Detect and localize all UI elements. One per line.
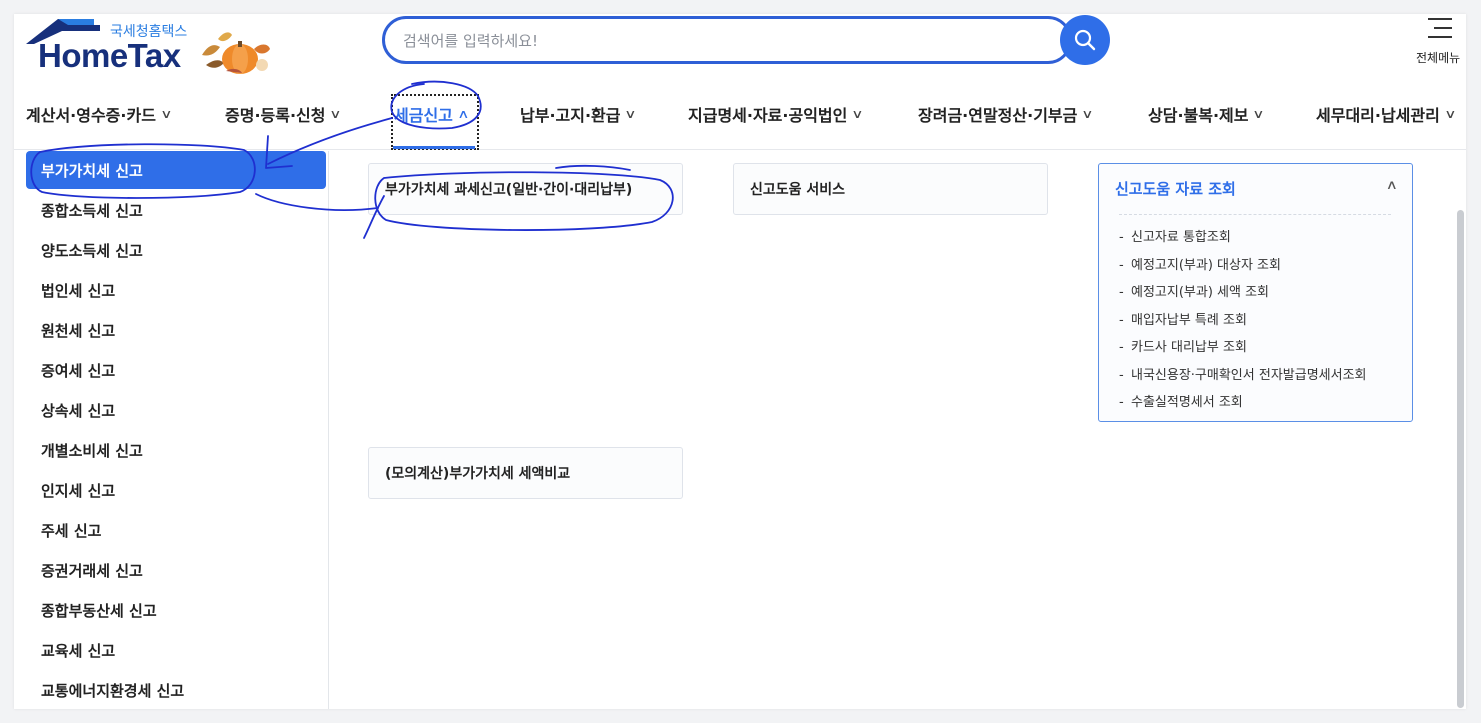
filing-data-lookup-panel: 신고도움 자료 조회 ∧ - 신고자료 통합조회 - 예정고지(부과) 대상자 조회… (1098, 163, 1413, 422)
hamburger-icon (1428, 18, 1452, 38)
focus-ring (391, 94, 479, 150)
gnb-item-label: 장려금·연말정산·기부금 (918, 106, 1078, 125)
side-nav-item-excise[interactable]: 개별소비세 신고 (26, 431, 326, 469)
logo-text: HomeTax (38, 37, 181, 74)
panel-link-label: 신고자료 통합조회 (1131, 230, 1231, 245)
panel-link[interactable]: - 카드사 대리납부 조회 (1119, 336, 1247, 355)
all-menu-button[interactable]: 전체메뉴 (1412, 16, 1466, 68)
side-nav-item-withholding[interactable]: 원천세 신고 (26, 311, 326, 349)
chevron-up-icon[interactable]: ∧ (1386, 178, 1398, 193)
side-nav-item-education-tax[interactable]: 교육세 신고 (26, 631, 326, 669)
chevron-down-icon: ∨ (1444, 107, 1457, 121)
side-nav-item-transport-energy[interactable]: 교통에너지환경세 신고 (26, 671, 326, 709)
chevron-down-icon: ∨ (851, 107, 864, 121)
vat-simulation-card[interactable]: (모의계산)부가가치세 세액비교 (368, 447, 683, 499)
active-tab-underline (393, 146, 475, 149)
side-nav-item-capital-gains[interactable]: 양도소득세 신고 (26, 231, 326, 269)
gnb-item-label: 세무대리·납세관리 (1316, 106, 1440, 125)
gnb-item-consultation[interactable]: 상담·불복·제보 ∨ (1148, 98, 1266, 130)
global-nav: 계산서·영수증·카드 ∨ 증명·등록·신청 ∨ 세금신고 ∧ 납부·고지·환급 ∨ 지급… (14, 94, 1466, 150)
chevron-down-icon: ∨ (1081, 107, 1094, 121)
side-nav: 부가가치세 신고 종합소득세 신고 양도소득세 신고 법인세 신고 원천세 신고… (14, 151, 329, 709)
chevron-down-icon: ∨ (624, 107, 638, 121)
chevron-down-icon: ∨ (1252, 107, 1266, 121)
gnb-item-label: 지급명세·자료·공익법인 (688, 106, 848, 125)
gnb-item-label: 납부·고지·환급 (520, 106, 621, 125)
search-input[interactable] (403, 29, 1043, 53)
all-menu-label: 전체메뉴 (1416, 51, 1461, 65)
hometax-window: 국세청홈택스 HomeTax 전체메뉴 (14, 14, 1466, 709)
gnb-item-certificate[interactable]: 증명·등록·신청 ∨ (225, 98, 343, 130)
panel-link-label: 카드사 대리납부 조회 (1131, 340, 1247, 355)
side-nav-item-corporate-tax[interactable]: 법인세 신고 (26, 271, 326, 309)
side-nav-item-income-tax[interactable]: 종합소득세 신고 (26, 191, 326, 229)
side-nav-item-inheritance[interactable]: 상속세 신고 (26, 391, 326, 429)
side-nav-item-securities[interactable]: 증권거래세 신고 (26, 551, 326, 589)
gnb-item-label: 계산서·영수증·카드 (26, 106, 156, 125)
side-nav-item-vat[interactable]: 부가가치세 신고 (26, 151, 326, 189)
gnb-item-label: 증명·등록·신청 (225, 106, 326, 125)
gnb-item-payment[interactable]: 납부·고지·환급 ∨ (520, 98, 638, 130)
gnb-item-tax-agent[interactable]: 세무대리·납세관리 ∨ (1316, 98, 1457, 130)
panel-link[interactable]: - 수출실적명세서 조회 (1119, 391, 1243, 410)
side-nav-item-liquor-tax[interactable]: 주세 신고 (26, 511, 326, 549)
panel-link[interactable]: - 예정고지(부과) 대상자 조회 (1119, 254, 1281, 273)
search-box (382, 16, 1072, 64)
pumpkin-decoration-icon (202, 32, 270, 74)
chevron-down-icon: ∨ (329, 107, 343, 121)
chevron-down-icon: ∨ (160, 107, 173, 121)
side-nav-item-stamp-tax[interactable]: 인지세 신고 (26, 471, 326, 509)
gnb-item-label: 상담·불복·제보 (1148, 106, 1249, 125)
panel-link-label: 예정고지(부과) 대상자 조회 (1131, 258, 1281, 273)
gnb-item-invoice[interactable]: 계산서·영수증·카드 ∨ (26, 98, 173, 130)
panel-link[interactable]: - 매입자납부 특례 조회 (1119, 309, 1247, 328)
panel-divider (1119, 214, 1391, 215)
panel-link-label: 매입자납부 특례 조회 (1131, 313, 1247, 328)
vat-filing-card[interactable]: 부가가치세 과세신고(일반·간이·대리납부) (368, 163, 683, 215)
vertical-scrollbar[interactable] (1457, 210, 1464, 708)
panel-link[interactable]: - 내국신용장·구매확인서 전자발급명세서조회 (1119, 364, 1367, 383)
panel-link-label: 예정고지(부과) 세액 조회 (1131, 285, 1270, 300)
panel-link-label: 수출실적명세서 조회 (1131, 395, 1243, 410)
filing-help-service-card[interactable]: 신고도움 서비스 (733, 163, 1048, 215)
side-nav-item-property-tax[interactable]: 종합부동산세 신고 (26, 591, 326, 629)
panel-link[interactable]: - 예정고지(부과) 세액 조회 (1119, 281, 1269, 300)
hometax-logo[interactable]: 국세청홈택스 HomeTax (24, 17, 274, 77)
panel-title[interactable]: 신고도움 자료 조회 (1115, 178, 1236, 199)
gnb-item-statements[interactable]: 지급명세·자료·공익법인 ∨ (688, 98, 864, 130)
panel-link[interactable]: - 신고자료 통합조회 (1119, 226, 1231, 245)
panel-link-label: 내국신용장·구매확인서 전자발급명세서조회 (1131, 368, 1367, 383)
gnb-item-incentives[interactable]: 장려금·연말정산·기부금 ∨ (918, 98, 1094, 130)
search-button[interactable] (1060, 15, 1110, 65)
side-nav-item-gift-tax[interactable]: 증여세 신고 (26, 351, 326, 389)
search-icon (1074, 29, 1096, 51)
